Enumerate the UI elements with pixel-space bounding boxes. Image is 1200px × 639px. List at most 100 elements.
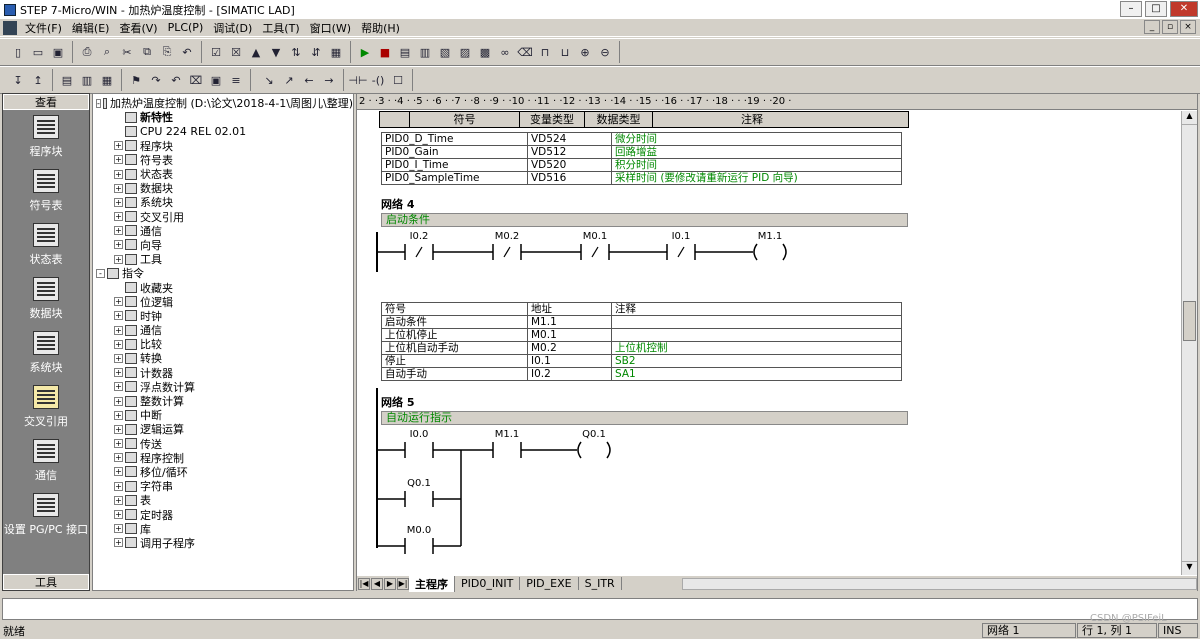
table-cell[interactable]: I0.1 [527, 354, 612, 368]
tree-item[interactable]: + 字符串 [96, 479, 353, 493]
expand-icon[interactable]: + [114, 453, 123, 463]
compile-all-icon[interactable]: ☒ [227, 43, 245, 61]
tree-item[interactable]: + 转换 [96, 351, 353, 365]
tree-item[interactable]: + 定时器 [96, 507, 353, 522]
expand-icon[interactable]: + [114, 155, 123, 165]
tree-item[interactable]: + 工具 [96, 252, 353, 266]
table-row[interactable]: 启动条件 M1.1 [381, 315, 902, 329]
menu-debug[interactable]: 调试(D) [208, 20, 257, 36]
expand-icon[interactable]: + [114, 141, 123, 151]
insert-row-icon[interactable]: ↧ [9, 71, 27, 89]
menu-edit[interactable]: 编辑(E) [67, 20, 115, 36]
expand-icon[interactable]: + [114, 240, 123, 250]
tree-item[interactable]: + 程序块 [96, 139, 353, 153]
cut-icon[interactable]: ✂ [118, 43, 136, 61]
contact-address[interactable]: M0.0 [407, 525, 432, 536]
network-4-rung[interactable]: I0.2 M0.2 M0.1 I0.1 M1.1 [377, 231, 787, 261]
contact-address[interactable]: M0.2 [495, 231, 520, 242]
tree-item[interactable]: - 加热炉温度控制 (D:\论文\2018-4-1\周图儿\整理) [96, 96, 353, 110]
force-icon[interactable]: ∞ [496, 43, 514, 61]
tree-item[interactable]: + 库 [96, 522, 353, 536]
copy-icon[interactable]: ⧉ [138, 43, 156, 61]
table-row[interactable]: 上位机自动手动 M0.2 上位机控制 [381, 341, 902, 355]
table-cell[interactable]: SA1 [611, 367, 902, 381]
expand-icon[interactable]: + [114, 183, 123, 193]
symbol-table-icon[interactable]: ▣ [207, 71, 225, 89]
scroll-down-icon[interactable]: ▼ [1182, 561, 1197, 575]
menu-help[interactable]: 帮助(H) [356, 20, 405, 36]
tab-next-icon[interactable]: ▶ [384, 577, 396, 590]
nav-item-system-block[interactable]: 系统块 [3, 326, 89, 380]
menu-file[interactable]: 文件(F) [20, 20, 67, 36]
contact-address[interactable]: I0.0 [410, 429, 429, 440]
expand-icon[interactable]: + [114, 212, 123, 222]
expand-icon[interactable]: + [114, 495, 123, 505]
table-cell[interactable]: 注释 [611, 302, 902, 316]
line-right-icon[interactable]: → [320, 71, 338, 89]
table-cell[interactable]: I0.2 [527, 367, 612, 381]
tree-item[interactable]: + 表 [96, 493, 353, 507]
read-forced-icon[interactable]: ⊕ [576, 43, 594, 61]
tree-item[interactable]: + 调用子程序 [96, 536, 353, 550]
pause-status-icon[interactable]: ▥ [416, 43, 434, 61]
expand-icon[interactable]: + [114, 226, 123, 236]
table-cell[interactable]: 上位机自动手动 [381, 341, 528, 355]
contact-icon[interactable]: ⊣⊢ [348, 71, 367, 89]
tree-item[interactable]: CPU 224 REL 02.01 [96, 124, 353, 138]
tree-item[interactable]: + 状态表 [96, 167, 353, 181]
doc-restore-button[interactable]: ▫ [1162, 20, 1178, 34]
table-cell[interactable]: 停止 [381, 354, 528, 368]
expand-icon[interactable]: + [114, 325, 123, 335]
network-5-comment[interactable]: 自动运行指示 [381, 411, 908, 425]
tree-item[interactable]: + 时钟 [96, 309, 353, 323]
expand-icon[interactable]: + [114, 410, 123, 420]
tree-item[interactable]: + 位逻辑 [96, 295, 353, 309]
contact-address[interactable]: M1.1 [495, 429, 520, 440]
minimize-button[interactable]: – [1120, 1, 1142, 17]
tree-item[interactable]: + 逻辑运算 [96, 422, 353, 436]
expand-icon[interactable]: + [114, 353, 123, 363]
stop-icon[interactable]: ■ [376, 43, 394, 61]
new-icon[interactable]: ▯ [9, 43, 27, 61]
doc-close-button[interactable]: × [1180, 20, 1196, 34]
lad-view-icon[interactable]: ▤ [58, 71, 76, 89]
stl-view-icon[interactable]: ▥ [78, 71, 96, 89]
table-cell[interactable]: 自动手动 [381, 367, 528, 381]
download-icon[interactable]: ▼ [267, 43, 285, 61]
tab-prev-icon[interactable]: ◀ [371, 577, 383, 590]
scroll-thumb[interactable] [1183, 301, 1196, 341]
table-cell[interactable]: 启动条件 [381, 315, 528, 329]
unforce-all-icon[interactable]: ⊖ [596, 43, 614, 61]
bookmark-toggle-icon[interactable]: ⚑ [127, 71, 145, 89]
doc-minimize-button[interactable]: _ [1144, 20, 1160, 34]
box-icon[interactable]: ☐ [389, 71, 407, 89]
tree-item[interactable]: + 比较 [96, 337, 353, 351]
tree-item[interactable]: + 通信 [96, 323, 353, 337]
expand-icon[interactable]: + [114, 311, 123, 321]
options-icon[interactable]: ▦ [327, 43, 345, 61]
expand-icon[interactable]: + [114, 439, 123, 449]
expand-icon[interactable]: + [114, 467, 123, 477]
table-cell[interactable]: 上位机停止 [381, 328, 528, 342]
expand-icon[interactable]: + [114, 297, 123, 307]
tab-s-itr[interactable]: S_ITR [579, 577, 622, 590]
col-comment[interactable]: 注释 [653, 112, 851, 127]
col-data-type[interactable]: 数据类型 [585, 112, 653, 127]
save-all-icon[interactable]: ▣ [49, 43, 67, 61]
print-preview-icon[interactable]: ⌕ [98, 43, 116, 61]
upload-icon[interactable]: ▲ [247, 43, 265, 61]
tree-item[interactable]: + 交叉引用 [96, 210, 353, 224]
program-status-icon[interactable]: ▤ [396, 43, 414, 61]
lock-icon[interactable]: ⊓ [536, 43, 554, 61]
network-5-rung[interactable]: I0.0 M1.1 Q0.1 Q0.1 M0.0 [377, 429, 611, 554]
close-button[interactable]: ✕ [1170, 1, 1198, 17]
expand-icon[interactable]: + [114, 197, 123, 207]
expand-icon[interactable]: + [114, 424, 123, 434]
expand-icon[interactable]: + [114, 481, 123, 491]
tree-item[interactable]: + 向导 [96, 238, 353, 252]
menu-view[interactable]: 查看(V) [114, 20, 162, 36]
nav-item-status-chart[interactable]: 状态表 [3, 218, 89, 272]
table-cell[interactable]: 地址 [527, 302, 612, 316]
nav-footer[interactable]: 工具 [3, 574, 89, 590]
expand-icon[interactable]: + [114, 339, 123, 349]
